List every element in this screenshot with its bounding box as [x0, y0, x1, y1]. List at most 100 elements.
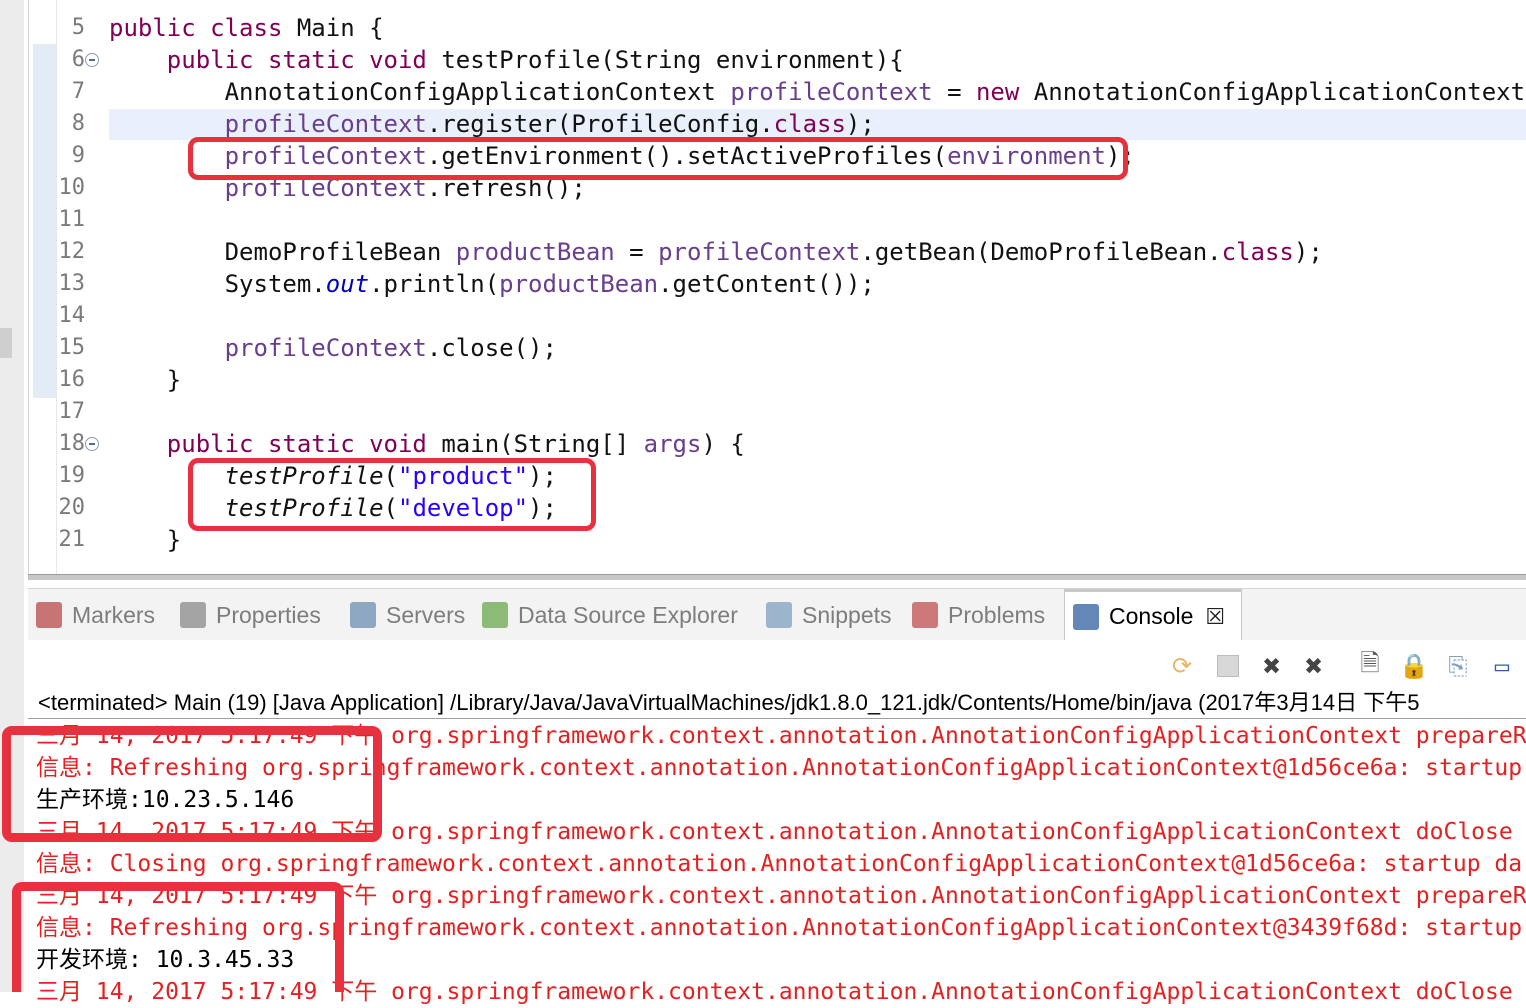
code-line[interactable]: 16 } [29, 364, 1526, 396]
code-token: public class [109, 14, 283, 42]
console-header-text: <terminated> Main (19) [Java Application… [38, 690, 1420, 715]
left-panel-edge [0, 0, 24, 992]
code-line[interactable]: 18 public static void main(String[] args… [29, 428, 1526, 460]
tab-console[interactable]: Console ☒ [1064, 589, 1242, 641]
console-line: 信息: Closing org.springframework.context.… [36, 851, 1523, 877]
tab-label: Properties [216, 601, 321, 628]
code-line[interactable]: 11 [29, 204, 1526, 236]
code-token: testProfile(String environment){ [426, 46, 904, 74]
code-token: AnnotationConfigApplicationContext [109, 78, 731, 106]
code-token: DemoProfileBean [109, 238, 456, 266]
code-token: } [109, 366, 182, 394]
tab-properties[interactable]: Properties [180, 589, 321, 641]
code-line[interactable]: 17 [29, 396, 1526, 428]
sash-handle[interactable] [0, 328, 12, 358]
code-token: ); [845, 110, 875, 138]
close-tab-icon[interactable]: ☒ [1205, 604, 1225, 630]
line-number: 13 [58, 271, 86, 296]
tab-snippets[interactable]: Snippets [766, 589, 892, 641]
line-number: 6 [71, 47, 85, 72]
tab-label: Data Source Explorer [518, 601, 738, 628]
code-text: AnnotationConfigApplicationContext profi… [109, 76, 1526, 108]
code-token: = [614, 238, 659, 266]
clear-console-icon[interactable]: 🗎 [1356, 649, 1384, 680]
problems-icon [912, 602, 938, 628]
tab-label: Problems [948, 601, 1046, 628]
code-token: new [975, 78, 1020, 106]
code-token: productBean [499, 270, 659, 298]
code-line[interactable]: 12 DemoProfileBean productBean = profile… [29, 236, 1526, 268]
code-token: public static void [166, 46, 427, 74]
code-text: profileContext.close(); [109, 332, 557, 364]
code-token: profileContext [224, 334, 427, 362]
scroll-lock-icon[interactable]: 🔒 [1399, 652, 1429, 680]
code-token: ) { [701, 430, 745, 458]
code-text: public static void testProfile(String en… [109, 44, 904, 76]
code-token: profileContext [658, 238, 861, 266]
fold-toggle-icon[interactable] [85, 437, 99, 451]
line-number: 5 [71, 15, 85, 40]
tab-servers[interactable]: Servers [350, 589, 465, 641]
code-token: ); [1293, 238, 1323, 266]
code-token: .close(); [426, 334, 557, 362]
highlight-box-set-active-profiles [188, 137, 1128, 180]
code-token: } [109, 526, 182, 554]
fold-toggle-icon[interactable] [85, 53, 99, 67]
tab-label: Console [1109, 603, 1194, 629]
line-number: 15 [58, 335, 86, 360]
code-token: class [773, 110, 846, 138]
code-token: .getContent()); [658, 270, 875, 298]
tab-label: Servers [386, 601, 466, 628]
tab-problems[interactable]: Problems [912, 589, 1045, 641]
code-token: Main { [282, 14, 384, 42]
code-text: System.out.println(productBean.getConten… [109, 268, 875, 300]
code-token: productBean [455, 238, 615, 266]
code-text: profileContext.register(ProfileConfig.cl… [109, 108, 875, 140]
line-number: 11 [58, 207, 86, 232]
line-number: 20 [58, 495, 86, 520]
code-text: DemoProfileBean productBean = profileCon… [109, 236, 1323, 268]
code-token: profileContext [224, 110, 427, 138]
line-number: 21 [58, 527, 86, 552]
data-source-explorer-icon [482, 602, 508, 628]
remove-launch-icon[interactable]: ✖ [1258, 649, 1286, 684]
code-token: args [643, 430, 702, 458]
code-token: .register(ProfileConfig. [426, 110, 774, 138]
properties-icon [180, 602, 206, 628]
terminate-icon[interactable] [1214, 652, 1242, 680]
code-token: profileContext [730, 78, 933, 106]
remove-all-terminated-icon[interactable]: ✖ [1300, 649, 1328, 684]
code-text: } [109, 364, 181, 396]
editor-horizontal-scrollbar[interactable] [28, 574, 1526, 580]
highlight-box-test-profile-calls [188, 458, 596, 531]
tab-markers[interactable]: Markers [36, 589, 155, 641]
code-token: .getBean(DemoProfileBean. [860, 238, 1222, 266]
code-line[interactable]: 13 System.out.println(productBean.getCon… [29, 268, 1526, 300]
tab-data-source-explorer[interactable]: Data Source Explorer [482, 589, 738, 641]
pin-console-icon[interactable]: ⎘ [1444, 652, 1472, 680]
line-number: 12 [58, 239, 86, 264]
code-line[interactable]: 15 profileContext.close(); [29, 332, 1526, 364]
code-text: } [109, 524, 181, 556]
console-toolbar: ⟳ ✖ ✖ 🗎 🔒 ⎘ ▭ [28, 640, 1526, 688]
highlight-box-product-output [2, 726, 382, 842]
code-token: public static void [166, 430, 427, 458]
code-token: main(String[] [426, 430, 644, 458]
display-selected-console-icon[interactable]: ▭ [1488, 652, 1516, 680]
line-number: 19 [58, 463, 86, 488]
line-number: 17 [58, 399, 86, 424]
code-line[interactable]: 8 profileContext.register(ProfileConfig.… [29, 108, 1526, 140]
code-line[interactable]: 14 [29, 300, 1526, 332]
code-line[interactable]: 5 public class Main { [29, 12, 1526, 44]
code-token: System. [109, 270, 326, 298]
line-number: 9 [71, 143, 85, 168]
relaunch-icon[interactable]: ⟳ [1168, 652, 1196, 680]
snippets-icon [766, 602, 792, 628]
code-line[interactable]: 6 public static void testProfile(String … [29, 44, 1526, 76]
line-number: 10 [58, 175, 86, 200]
code-line[interactable]: 7 AnnotationConfigApplicationContext pro… [29, 76, 1526, 108]
